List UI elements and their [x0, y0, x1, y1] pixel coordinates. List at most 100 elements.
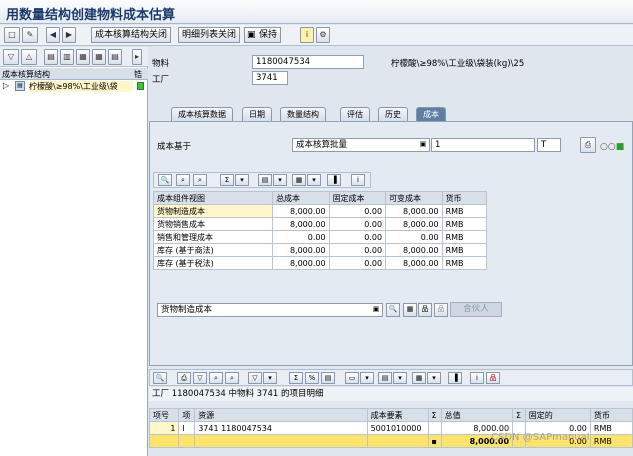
tab-history[interactable]: 历史 — [378, 107, 408, 121]
item-subtotal-icon[interactable]: % — [305, 372, 319, 384]
layout-icon[interactable]: ▤ — [44, 49, 58, 65]
costing-structure-close-button[interactable]: 成本核算结构关闭 — [91, 27, 172, 43]
plant-field[interactable]: 3741 — [252, 71, 288, 85]
table-row[interactable]: 货物销售成本 8,000.00 0.00 8,000.00 RMB — [152, 217, 488, 231]
tab-valuation[interactable]: 评估 — [340, 107, 370, 121]
item-filter-icon[interactable]: ▽ — [193, 372, 207, 384]
new-icon[interactable]: □ — [4, 27, 20, 43]
item-doc-icon[interactable]: ▭ — [345, 372, 359, 384]
item-grid-dropdown-icon[interactable]: ▾ — [427, 372, 441, 384]
cell: 0.00 — [328, 204, 387, 218]
partner-button[interactable]: 合伙人 — [450, 302, 502, 317]
list-icon[interactable]: ▤ — [108, 49, 122, 65]
col-fixed-value[interactable]: 固定的 — [524, 408, 591, 422]
more-icon[interactable]: ▸ — [132, 49, 142, 65]
filter-icon[interactable]: ▦ — [76, 49, 90, 65]
table-icon[interactable]: ▦ — [92, 49, 106, 65]
col-item-no[interactable]: 项号 — [148, 408, 180, 422]
col-variable[interactable]: 可变成本 — [385, 191, 443, 205]
previous-icon[interactable]: ◀ — [46, 27, 60, 43]
col-sum-marker-2[interactable]: Σ — [512, 408, 526, 422]
cost-basis-unit[interactable]: T — [537, 138, 561, 152]
cell — [366, 434, 429, 448]
view-select[interactable]: 货物制造成本 — [157, 303, 383, 317]
col-item-cat[interactable]: 项 — [178, 408, 196, 422]
cell: 0.00 — [328, 230, 387, 244]
view-tree-icon[interactable]: 品 — [418, 303, 432, 317]
item-sum-icon[interactable]: Σ — [289, 372, 303, 384]
layout-dropdown-icon[interactable]: ▾ — [307, 174, 321, 186]
item-organize-icon[interactable]: 品 — [486, 372, 500, 384]
cell: RMB — [589, 421, 633, 435]
save-button[interactable]: ▣ 保持 — [244, 27, 282, 43]
dropdown-icon[interactable]: ▣ — [416, 139, 430, 151]
sum-icon[interactable]: Σ — [220, 174, 234, 186]
grid-info-icon[interactable]: i — [351, 174, 365, 186]
material-field[interactable]: 1180047534 — [252, 55, 364, 69]
tab-costing-data[interactable]: 成本核算数据 — [171, 107, 233, 121]
table-row[interactable]: 销售和管理成本 0.00 0.00 0.00 RMB — [152, 230, 488, 244]
cell — [194, 434, 368, 448]
tab-costs[interactable]: 成本 — [416, 107, 446, 121]
settings-icon[interactable]: ⚙ — [316, 27, 330, 43]
item-graphic-icon[interactable]: ▐ — [448, 372, 462, 384]
main-area: 物料 1180047534 柠檬酸\≥98%\工业级\袋装(kg)\25 工厂 … — [148, 47, 633, 456]
itemization-title: 工厂 1180047534 中物料 3741 的项目明细 — [149, 387, 633, 401]
item-layout-icon[interactable]: ▤ — [321, 372, 335, 384]
subtotal-icon[interactable]: ▾ — [235, 174, 249, 186]
export-dropdown-icon[interactable]: ▾ — [273, 174, 287, 186]
cell: 库存 (基于商法) — [152, 243, 274, 257]
columns-icon[interactable]: ▥ — [60, 49, 74, 65]
tree-item[interactable]: ▷ ▤ 柠檬酸\≥98%\工业级\袋 — [0, 81, 148, 93]
col-item-currency[interactable]: 货币 — [589, 408, 633, 422]
cell: 8,000.00 — [272, 243, 330, 257]
print-icon[interactable]: ⎙ — [580, 137, 596, 153]
item-details-icon[interactable]: 🔍 — [153, 372, 167, 384]
item-print-icon[interactable]: ⎙ — [177, 372, 191, 384]
view-hierarchy-icon[interactable]: 品 — [434, 303, 448, 317]
next-icon[interactable]: ▶ — [62, 27, 76, 43]
item-export-dropdown-icon[interactable]: ▾ — [393, 372, 407, 384]
cost-basis-qty[interactable]: 1 — [431, 138, 535, 152]
cell: RMB — [441, 204, 488, 218]
detail-list-close-button[interactable]: 明细列表关闭 — [178, 27, 241, 43]
view-table-icon[interactable]: ▦ — [403, 303, 417, 317]
details-icon[interactable]: 🔍 — [158, 174, 172, 186]
item-grid-icon[interactable]: ▦ — [412, 372, 426, 384]
table-row[interactable]: 货物制造成本 8,000.00 0.00 8,000.00 RMB — [152, 204, 488, 218]
table-row[interactable]: 库存 (基于商法) 8,000.00 0.00 8,000.00 RMB — [152, 243, 488, 257]
cell: 8,000.00 — [272, 204, 330, 218]
tab-dates[interactable]: 日期 — [242, 107, 272, 121]
col-resource[interactable]: 资源 — [194, 408, 368, 422]
tab-quantity-structure[interactable]: 数量结构 — [280, 107, 326, 121]
col-total-value[interactable]: 总值 — [440, 408, 514, 422]
col-cost-component[interactable]: 成本组件视图 — [152, 191, 274, 205]
export-icon[interactable]: ▤ — [258, 174, 272, 186]
layout-grid-icon[interactable]: ▦ — [292, 174, 306, 186]
item-find-icon[interactable]: ⌕ — [209, 372, 223, 384]
col-currency[interactable]: 货币 — [441, 191, 488, 205]
item-sort-dropdown-icon[interactable]: ▾ — [263, 372, 277, 384]
col-total[interactable]: 总成本 — [272, 191, 330, 205]
material-icon: ▤ — [15, 81, 25, 91]
info-icon[interactable]: i — [300, 27, 314, 43]
collapse-icon[interactable]: △ — [21, 49, 37, 65]
graphic-icon[interactable]: ▐ — [327, 174, 341, 186]
item-sort-icon[interactable]: ▽ — [248, 372, 262, 384]
item-doc-dropdown-icon[interactable]: ▾ — [360, 372, 374, 384]
col-cost-element[interactable]: 成本要素 — [366, 408, 429, 422]
item-info-icon[interactable]: i — [470, 372, 484, 384]
table-row[interactable]: 库存 (基于税法) 8,000.00 0.00 8,000.00 RMB — [152, 256, 488, 270]
cost-basis-select[interactable]: 成本核算批量 — [292, 138, 430, 152]
col-sum-marker[interactable]: Σ — [427, 408, 442, 422]
view-dropdown-icon[interactable]: ▣ — [369, 304, 383, 316]
item-export-icon[interactable]: ▤ — [378, 372, 392, 384]
item-find-next-icon[interactable]: ⌕ — [225, 372, 239, 384]
view-search-icon[interactable]: 🔍 — [386, 303, 400, 317]
display-change-icon[interactable]: ✎ — [22, 27, 38, 43]
col-fixed[interactable]: 固定成本 — [328, 191, 387, 205]
find-icon[interactable]: ⌕ — [176, 174, 190, 186]
expand-icon[interactable]: ▽ — [3, 49, 19, 65]
find-next-icon[interactable]: ⌕ — [193, 174, 207, 186]
tree-expand-icon[interactable]: ▷ — [3, 81, 9, 90]
